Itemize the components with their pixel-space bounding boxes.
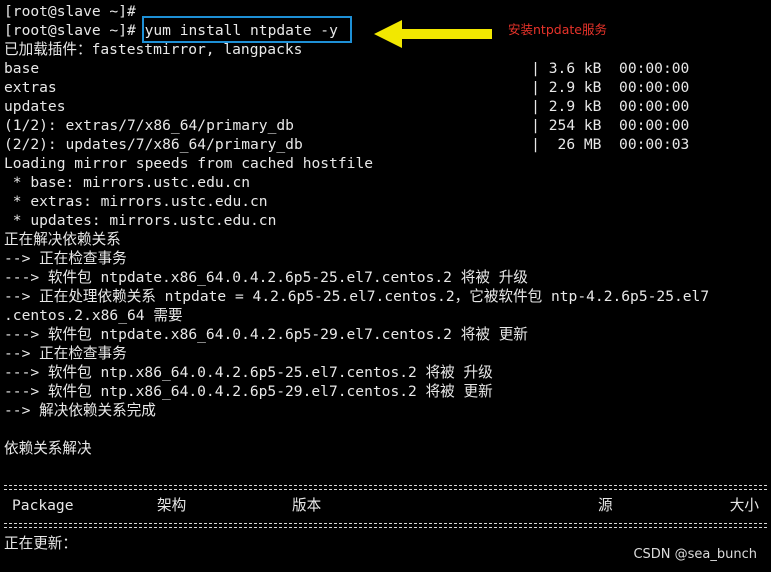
watermark: CSDN @sea_bunch <box>633 547 757 562</box>
table-rule-bottom <box>4 515 771 534</box>
command-highlight-box <box>142 16 352 43</box>
terminal-line: --> 解决依赖关系完成 <box>4 402 156 419</box>
terminal-line: ---> 软件包 ntp.x86_64.0.4.2.6p5-25.el7.cen… <box>4 364 493 381</box>
terminal-line: base | 3.6 kB 00:00:00 <box>4 60 690 77</box>
column-header-size: 大小 <box>729 497 759 514</box>
terminal-line: updates | 2.9 kB 00:00:00 <box>4 98 690 115</box>
terminal-line: Loading mirror speeds from cached hostfi… <box>4 155 374 172</box>
column-header-package: Package <box>12 497 74 514</box>
column-header-repo: 源 <box>598 497 613 514</box>
terminal-window[interactable]: [root@slave ~]# [root@slave ~]# yum inst… <box>0 0 771 572</box>
terminal-line: (1/2): extras/7/x86_64/primary_db | 254 … <box>4 117 690 134</box>
terminal-line: --> 正在检查事务 <box>4 250 127 267</box>
terminal-line: 依赖关系解决 <box>4 440 92 457</box>
terminal-line: ---> 软件包 ntpdate.x86_64.0.4.2.6p5-25.el7… <box>4 269 528 286</box>
terminal-line: * base: mirrors.ustc.edu.cn <box>4 174 251 191</box>
terminal-line: * extras: mirrors.ustc.edu.cn <box>4 193 268 210</box>
yellow-arrow-icon <box>374 20 492 48</box>
terminal-line: (2/2): updates/7/x86_64/primary_db | 26 … <box>4 136 690 153</box>
terminal-line: extras | 2.9 kB 00:00:00 <box>4 79 690 96</box>
column-header-version: 版本 <box>292 497 322 514</box>
terminal-line: ---> 软件包 ntpdate.x86_64.0.4.2.6p5-29.el7… <box>4 326 528 343</box>
terminal-line: .centos.2.x86_64 需要 <box>4 307 183 324</box>
annotation-label: 安装ntpdate服务 <box>508 22 607 37</box>
terminal-line: ---> 软件包 ntp.x86_64.0.4.2.6p5-29.el7.cen… <box>4 383 493 400</box>
terminal-line: --> 正在处理依赖关系 ntpdate = 4.2.6p5-25.el7.ce… <box>4 288 710 305</box>
terminal-line: --> 正在检查事务 <box>4 345 127 362</box>
table-header-row: Package 架构 版本 源 大小 <box>4 496 771 515</box>
table-rule-top <box>4 477 771 496</box>
column-header-arch: 架构 <box>157 497 187 514</box>
terminal-output: [root@slave ~]# [root@slave ~]# yum inst… <box>4 2 771 553</box>
terminal-line: * updates: mirrors.ustc.edu.cn <box>4 212 277 229</box>
terminal-line: 正在解决依赖关系 <box>4 231 121 248</box>
